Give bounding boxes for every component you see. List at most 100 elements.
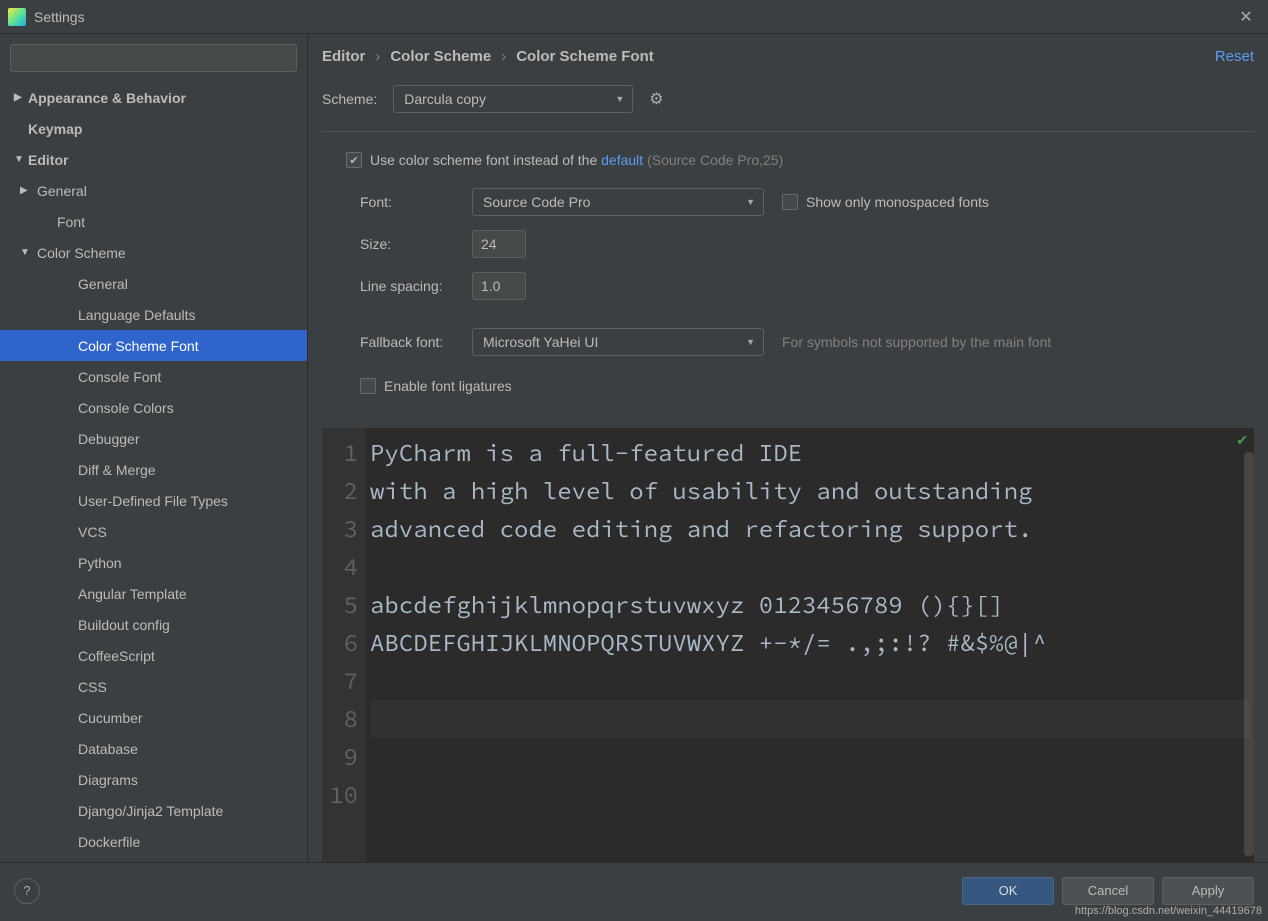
tree-item-label: Python (78, 555, 122, 571)
tree-item-label: Dockerfile (78, 834, 140, 850)
tree-item-label: Editor (28, 152, 68, 168)
spacing-input[interactable] (472, 272, 526, 300)
ligatures-label: Enable font ligatures (384, 378, 512, 394)
tree-item-label: VCS (78, 524, 107, 540)
app-icon (8, 8, 26, 26)
default-link[interactable]: default (601, 152, 643, 168)
scheme-select[interactable]: Darcula copy ▼ (393, 85, 633, 113)
tree-item[interactable]: Diff & Merge (0, 454, 307, 485)
tree-item-label: Console Colors (78, 400, 174, 416)
tree-item-label: Cucumber (78, 710, 143, 726)
tree-item[interactable]: Buildout config (0, 609, 307, 640)
tree-item-label: Diagrams (78, 772, 138, 788)
breadcrumb-part[interactable]: Editor (322, 48, 365, 65)
tree-item[interactable]: VCS (0, 516, 307, 547)
main-panel: Editor › Color Scheme › Color Scheme Fon… (308, 34, 1268, 862)
separator (322, 131, 1254, 132)
ok-button[interactable]: OK (962, 877, 1054, 905)
fallback-select[interactable]: Microsoft YaHei UI ▼ (472, 328, 764, 356)
watermark: https://blog.csdn.net/weixin_44419678 (1075, 905, 1262, 917)
preview-code: PyCharm is a full-featured IDEwith a hig… (366, 428, 1254, 862)
sidebar: 🔍 ▶Appearance & BehaviorKeymap▼Editor▶Ge… (0, 34, 308, 862)
tree-item-label: Diff & Merge (78, 462, 156, 478)
fallback-hint: For symbols not supported by the main fo… (772, 334, 1254, 350)
font-preview: 12345678910 PyCharm is a full-featured I… (322, 428, 1254, 862)
breadcrumb-sep: › (375, 48, 380, 65)
tree-item[interactable]: General (0, 268, 307, 299)
tree-item-label: Django/Jinja2 Template (78, 803, 223, 819)
tree-item[interactable]: ▶General (0, 175, 307, 206)
tree-item-label: CoffeeScript (78, 648, 155, 664)
tree-item[interactable]: Color Scheme Font (0, 330, 307, 361)
tree-item-label: Angular Template (78, 586, 187, 602)
tree-item[interactable]: Keymap (0, 113, 307, 144)
tree-item-label: Keymap (28, 121, 82, 137)
breadcrumb-part: Color Scheme Font (516, 48, 654, 65)
tree-item[interactable]: Language Defaults (0, 299, 307, 330)
tree-item[interactable]: Dockerfile (0, 826, 307, 857)
gear-icon[interactable]: ⚙ (649, 89, 663, 109)
scheme-label: Scheme: (322, 91, 377, 107)
tree-item-label: Buildout config (78, 617, 170, 633)
fallback-label: Fallback font: (360, 334, 464, 350)
tree-item-label: Color Scheme Font (78, 338, 199, 354)
tree-item-label: Font (57, 214, 85, 230)
check-icon: ✔ (1236, 432, 1248, 449)
tree-item[interactable]: ▶Appearance & Behavior (0, 82, 307, 113)
tree-item[interactable]: Cucumber (0, 702, 307, 733)
apply-button[interactable]: Apply (1162, 877, 1254, 905)
chevron-down-icon: ▼ (615, 94, 624, 104)
window-title: Settings (34, 9, 85, 25)
tree-item[interactable]: Console Font (0, 361, 307, 392)
tree-item-label: Color Scheme (37, 245, 126, 261)
tree-item[interactable]: Python (0, 547, 307, 578)
tree-item-label: General (78, 276, 128, 292)
use-scheme-font-label: Use color scheme font instead of the (370, 152, 601, 168)
use-scheme-font-checkbox[interactable] (346, 152, 362, 168)
tree-item-label: CSS (78, 679, 107, 695)
reset-link[interactable]: Reset (1215, 48, 1254, 65)
search-input[interactable] (10, 44, 297, 72)
tree-item-label: Appearance & Behavior (28, 90, 186, 106)
tree-item[interactable]: CSS (0, 671, 307, 702)
cancel-button[interactable]: Cancel (1062, 877, 1154, 905)
expand-arrow-icon[interactable]: ▼ (14, 154, 28, 165)
expand-arrow-icon[interactable]: ▼ (20, 247, 37, 258)
monospaced-checkbox[interactable] (782, 194, 798, 210)
settings-tree[interactable]: ▶Appearance & BehaviorKeymap▼Editor▶Gene… (0, 82, 307, 862)
help-icon[interactable]: ? (14, 878, 40, 904)
tree-item[interactable]: Font (0, 206, 307, 237)
tree-item[interactable]: CoffeeScript (0, 640, 307, 671)
monospaced-label: Show only monospaced fonts (806, 194, 989, 210)
tree-item[interactable]: Console Colors (0, 392, 307, 423)
preview-gutter: 12345678910 (322, 428, 366, 862)
tree-item[interactable]: Debugger (0, 423, 307, 454)
titlebar: Settings ✕ (0, 0, 1268, 34)
tree-item-label: Database (78, 741, 138, 757)
scheme-value: Darcula copy (404, 91, 486, 107)
default-hint: (Source Code Pro,25) (647, 152, 783, 168)
tree-item-label: General (37, 183, 87, 199)
scrollbar[interactable] (1244, 452, 1254, 856)
close-icon[interactable]: ✕ (1232, 3, 1260, 31)
tree-item[interactable]: Database (0, 733, 307, 764)
breadcrumb-part[interactable]: Color Scheme (390, 48, 491, 65)
tree-item[interactable]: Django/Jinja2 Template (0, 795, 307, 826)
tree-item-label: Language Defaults (78, 307, 196, 323)
size-label: Size: (360, 236, 464, 252)
tree-item[interactable]: ▼Editor (0, 144, 307, 175)
tree-item[interactable]: Angular Template (0, 578, 307, 609)
ligatures-checkbox[interactable] (360, 378, 376, 394)
tree-item[interactable]: ▼Color Scheme (0, 237, 307, 268)
font-value: Source Code Pro (483, 194, 590, 210)
font-select[interactable]: Source Code Pro ▼ (472, 188, 764, 216)
tree-item[interactable]: Diagrams (0, 764, 307, 795)
expand-arrow-icon[interactable]: ▶ (14, 92, 28, 103)
expand-arrow-icon[interactable]: ▶ (20, 185, 37, 196)
fallback-value: Microsoft YaHei UI (483, 334, 598, 350)
size-input[interactable] (472, 230, 526, 258)
tree-item[interactable]: User-Defined File Types (0, 485, 307, 516)
breadcrumb-sep: › (501, 48, 506, 65)
spacing-label: Line spacing: (360, 278, 464, 294)
tree-item-label: Console Font (78, 369, 161, 385)
